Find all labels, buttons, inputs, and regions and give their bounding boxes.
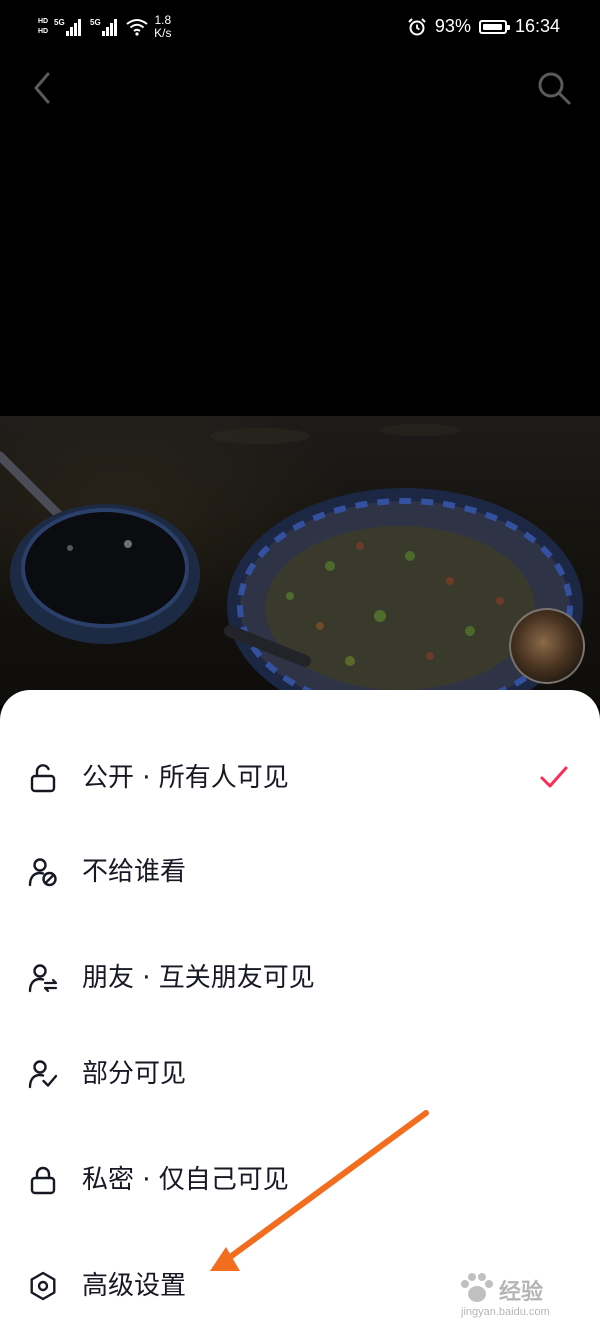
hd-indicator: HD HD [38,18,48,36]
food-photo-image [0,424,583,706]
settings-hexagon-icon [30,1271,56,1301]
hd-label-2: HD [38,28,49,35]
battery-fill [482,23,502,30]
network-speed: 1.8 K/s [154,14,171,40]
unlock-icon [30,764,56,793]
hd-label-1: HD [38,18,49,25]
wifi-icon [126,19,148,36]
option-partial[interactable]: 部分可见 [0,1034,600,1114]
status-left: HD HD 5G 5G 1.8 K/s [38,14,171,40]
watermark-url: jingyan.baidu.com [461,1306,550,1318]
battery-icon [478,19,510,34]
signal-icon: 5G [54,18,82,36]
watermark-title: 经验 [499,1280,544,1305]
option-label: 朋友 · 互关朋友可见 [82,963,315,993]
paw-logo-icon [461,1273,493,1302]
network-speed-unit: K/s [154,26,172,40]
network-type-1: 5G [54,18,65,27]
search-icon[interactable] [534,68,574,108]
option-label: 私密 · 仅自己可见 [82,1165,289,1195]
user-check-icon [28,1060,58,1089]
photo-preview [0,416,600,706]
option-private[interactable]: 私密 · 仅自己可见 [0,1140,600,1220]
avatar[interactable] [509,608,585,684]
clock: 16:34 [514,16,560,36]
option-label: 不给谁看 [82,857,187,887]
top-nav [0,58,600,118]
network-type-2: 5G [90,18,101,27]
privacy-bottom-sheet: 公开 · 所有人可见 不给谁看 朋友 · 互关朋友可见 部分可见 私密 · 仅自… [0,690,600,1333]
status-right: 93% 16:34 [407,16,560,37]
option-label: 高级设置 [82,1271,187,1301]
option-label: 部分可见 [82,1059,187,1089]
option-public[interactable]: 公开 · 所有人可见 [0,738,600,818]
option-friends[interactable]: 朋友 · 互关朋友可见 [0,938,600,1018]
option-label: 公开 · 所有人可见 [82,763,289,793]
user-blocked-icon [28,858,57,887]
battery-percent: 93% [434,16,471,36]
lock-icon [30,1166,56,1195]
chevron-left-icon[interactable] [26,68,62,108]
watermark: 经验 jingyan.baidu.com [455,1268,575,1328]
option-hide-from[interactable]: 不给谁看 [0,832,600,912]
status-bar: HD HD 5G 5G 1.8 K/s 93% 16:34 [0,0,600,58]
check-icon [540,766,568,788]
alarm-icon [408,17,426,35]
signal-icon: 5G [90,18,118,36]
user-mutual-icon [28,964,58,993]
